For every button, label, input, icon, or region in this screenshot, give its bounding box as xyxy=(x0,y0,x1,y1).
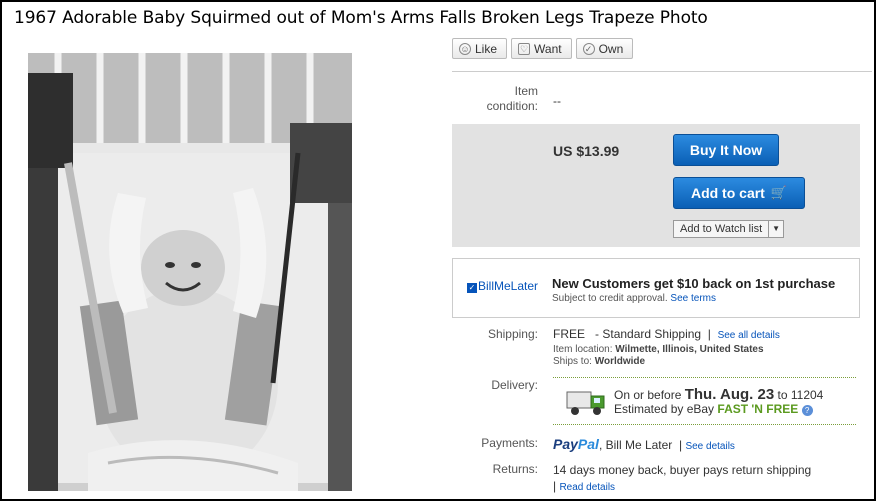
add-to-cart-label: Add to cart xyxy=(690,185,765,201)
delivery-date: On or before Thu. Aug. 23 to 11204 xyxy=(614,386,823,403)
see-terms-link[interactable]: See terms xyxy=(670,293,716,304)
delivery-label: Delivery: xyxy=(491,378,538,392)
promo-headline: New Customers get $10 back on 1st purcha… xyxy=(552,276,836,291)
buy-it-now-label: Buy It Now xyxy=(689,142,763,158)
baby-photo-image xyxy=(28,53,352,491)
heart-icon: ♡ xyxy=(518,42,531,55)
social-buttons: ☺ Like ♡ Want ✓ Own xyxy=(452,38,634,59)
delivery-zip: to 11204 xyxy=(777,388,824,402)
condition-value: -- xyxy=(553,94,561,108)
item-location-label: Item location: xyxy=(553,344,613,355)
ships-to-value: Worldwide xyxy=(594,356,646,367)
returns-label: Returns: xyxy=(492,462,538,476)
buy-it-now-button[interactable]: Buy It Now xyxy=(673,134,779,166)
condition-label: Item condition: xyxy=(486,84,538,113)
bill-me-later-logo: ✓ BillMeLater xyxy=(467,279,538,293)
like-button[interactable]: ☺ Like xyxy=(452,38,508,59)
bill-me-later-logo-text: BillMeLater xyxy=(478,279,539,293)
paypal-logo-pal: Pal xyxy=(577,436,599,452)
bill-me-later-promo: ✓ BillMeLater New Customers get $10 back … xyxy=(452,258,860,318)
estimated-by-label: Estimated by eBay xyxy=(614,402,715,416)
ships-to-label: Ships to: xyxy=(553,356,592,367)
chevron-down-icon[interactable]: ▼ xyxy=(769,221,783,237)
want-button[interactable]: ♡ Want xyxy=(511,38,572,59)
help-icon[interactable]: ? xyxy=(801,405,813,416)
see-all-details-link[interactable]: See all details xyxy=(718,330,780,341)
divider xyxy=(553,377,856,378)
want-label: Want xyxy=(534,41,562,56)
check-icon: ✓ xyxy=(582,42,595,55)
buy-box: US $13.99 Buy It Now Add to cart 🛒 Add t… xyxy=(452,124,860,247)
listing-title: 1967 Adorable Baby Squirmed out of Mom's… xyxy=(14,8,708,28)
bill-me-later-method: Bill Me Later xyxy=(605,438,673,452)
see-details-link[interactable]: See details xyxy=(685,441,734,452)
paypal-logo-pay: Pay xyxy=(553,436,578,452)
listing-photo[interactable] xyxy=(28,53,352,491)
shipping-label: Shipping: xyxy=(487,327,538,341)
like-label: Like xyxy=(475,41,498,56)
promo-subtext: Subject to credit approval. See terms xyxy=(552,293,716,304)
smile-icon: ☺ xyxy=(459,42,471,55)
truck-icon xyxy=(566,386,606,421)
delivery-day: Thu. Aug. 23 xyxy=(684,386,775,403)
own-button[interactable]: ✓ Own xyxy=(575,38,634,59)
delivery-estimate: Estimated by eBay FAST 'N FREE ? xyxy=(614,402,813,416)
check-icon: ✓ xyxy=(467,283,477,293)
returns-text-2: shipping xyxy=(766,463,812,477)
payment-methods: PayPal, Bill Me Later | See details xyxy=(553,436,735,452)
delivery-prefix: On or before xyxy=(614,388,682,402)
paypal-logo: PayPal xyxy=(553,436,599,452)
returns-policy: 14 days money back, buyer pays return sh… xyxy=(553,463,812,493)
fast-n-free-badge: FAST 'N FREE xyxy=(717,402,799,416)
add-to-cart-button[interactable]: Add to cart 🛒 xyxy=(673,177,805,209)
shipping-summary: FREE - Standard Shipping | See all detai… xyxy=(553,327,780,341)
ships-to: Ships to: Worldwide xyxy=(553,356,645,367)
shipping-cost: FREE xyxy=(553,327,586,341)
returns-text: 14 days money back, buyer pays return xyxy=(553,463,764,477)
promo-sub-label: Subject to credit approval. xyxy=(552,293,668,304)
watch-label: Add to Watch list xyxy=(674,221,770,237)
photo-panel xyxy=(10,37,353,491)
item-location-value: Wilmette, Illinois, United States xyxy=(615,344,764,355)
item-location: Item location: Wilmette, Illinois, Unite… xyxy=(553,344,764,355)
shipping-method: - Standard Shipping xyxy=(595,327,702,341)
divider xyxy=(452,71,872,72)
add-to-watch-list-button[interactable]: Add to Watch list ▼ xyxy=(673,220,785,238)
read-details-link[interactable]: Read details xyxy=(559,482,615,493)
divider xyxy=(553,424,856,425)
own-label: Own xyxy=(598,41,624,56)
cart-icon: 🛒 xyxy=(770,185,788,200)
price: US $13.99 xyxy=(553,143,620,159)
payments-label: Payments: xyxy=(481,436,538,450)
